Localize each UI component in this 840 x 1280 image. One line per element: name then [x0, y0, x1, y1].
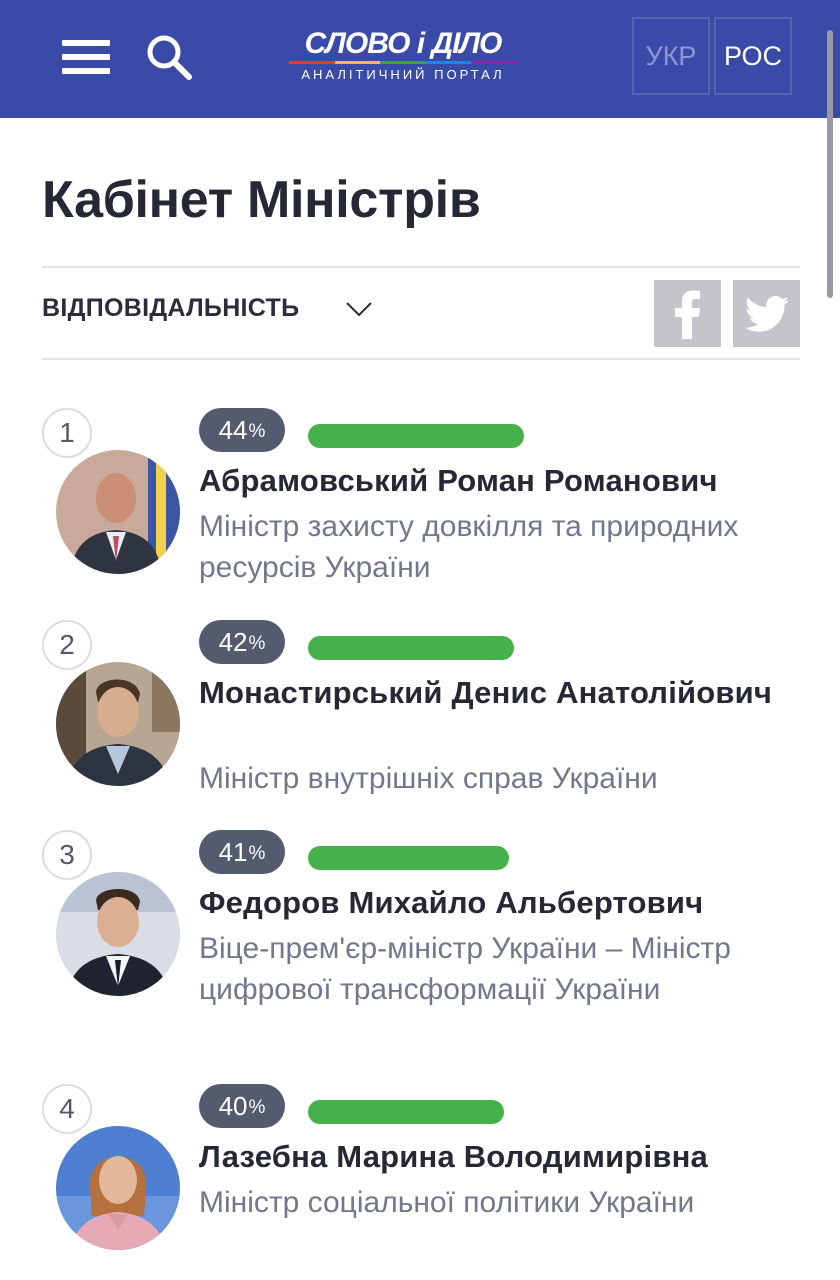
search-icon[interactable]: [144, 32, 194, 82]
minister-role: Віце-прем'єр-міністр України – Міністр ц…: [199, 932, 731, 1006]
scrollbar[interactable]: [827, 30, 833, 298]
rating-bar: [308, 636, 514, 660]
site-logo[interactable]: СЛОВО і ДІЛО АНАЛІТИЧНИЙ ПОРТАЛ: [288, 28, 518, 88]
minister-role: Міністр захисту довкілля та природних ре…: [199, 510, 739, 584]
rank-number: 4: [42, 1084, 92, 1134]
responsibility-filter-dropdown[interactable]: ВІДПОВІДАЛЬНІСТЬ: [42, 294, 373, 323]
rank-number: 1: [42, 408, 92, 458]
logo-title: СЛОВО і ДІЛО: [304, 27, 503, 60]
percent-value: 42: [218, 626, 248, 657]
rating-percent-badge: 44%: [199, 408, 285, 452]
logo-subtitle: АНАЛІТИЧНИЙ ПОРТАЛ: [301, 67, 505, 82]
facebook-share-button[interactable]: [654, 280, 721, 347]
rating-percent-badge: 41%: [199, 830, 285, 874]
rank-number: 3: [42, 830, 92, 880]
avatar[interactable]: [56, 450, 180, 574]
rating-bar: [308, 846, 509, 870]
percent-value: 41: [218, 836, 248, 867]
avatar[interactable]: [56, 1126, 180, 1250]
avatar[interactable]: [56, 872, 180, 996]
rating-percent-badge: 42%: [199, 620, 285, 664]
minister-role: Міністр внутрішніх справ України: [199, 762, 658, 795]
top-header: СЛОВО і ДІЛО АНАЛІТИЧНИЙ ПОРТАЛ УКР РОС: [0, 0, 840, 118]
percent-sign: %: [248, 421, 266, 442]
percent-sign: %: [248, 633, 266, 654]
rating-percent-badge: 40%: [199, 1084, 285, 1128]
minister-name[interactable]: Абрамовський Роман Романович: [199, 460, 799, 502]
lang-ros-button[interactable]: РОС: [714, 17, 792, 95]
rating-bar: [308, 1100, 504, 1124]
divider-bottom: [42, 358, 800, 360]
minister-role: Міністр соціальної політики України: [199, 1186, 695, 1219]
filter-label: ВІДПОВІДАЛЬНІСТЬ: [42, 294, 300, 322]
divider-top: [42, 266, 800, 268]
rank-number: 2: [42, 620, 92, 670]
percent-sign: %: [248, 1097, 266, 1118]
facebook-icon: [674, 290, 700, 339]
percent-value: 44: [218, 414, 248, 445]
twitter-share-button[interactable]: [733, 280, 800, 347]
minister-name[interactable]: Федоров Михайло Альбертович: [199, 882, 799, 924]
twitter-icon: [744, 295, 789, 332]
hamburger-menu-icon[interactable]: [62, 40, 110, 78]
percent-value: 40: [218, 1090, 248, 1121]
chevron-down-icon: [346, 301, 373, 316]
lang-ukr-button[interactable]: УКР: [632, 17, 710, 95]
minister-name[interactable]: Монастирський Денис Анатолійович: [199, 672, 799, 714]
avatar[interactable]: [56, 662, 180, 786]
page-title: Кабінет Міністрів: [42, 171, 481, 229]
rating-bar: [308, 424, 524, 448]
percent-sign: %: [248, 843, 266, 864]
minister-name[interactable]: Лазебна Марина Володимирівна: [199, 1136, 799, 1178]
logo-color-stripe: [289, 61, 517, 64]
